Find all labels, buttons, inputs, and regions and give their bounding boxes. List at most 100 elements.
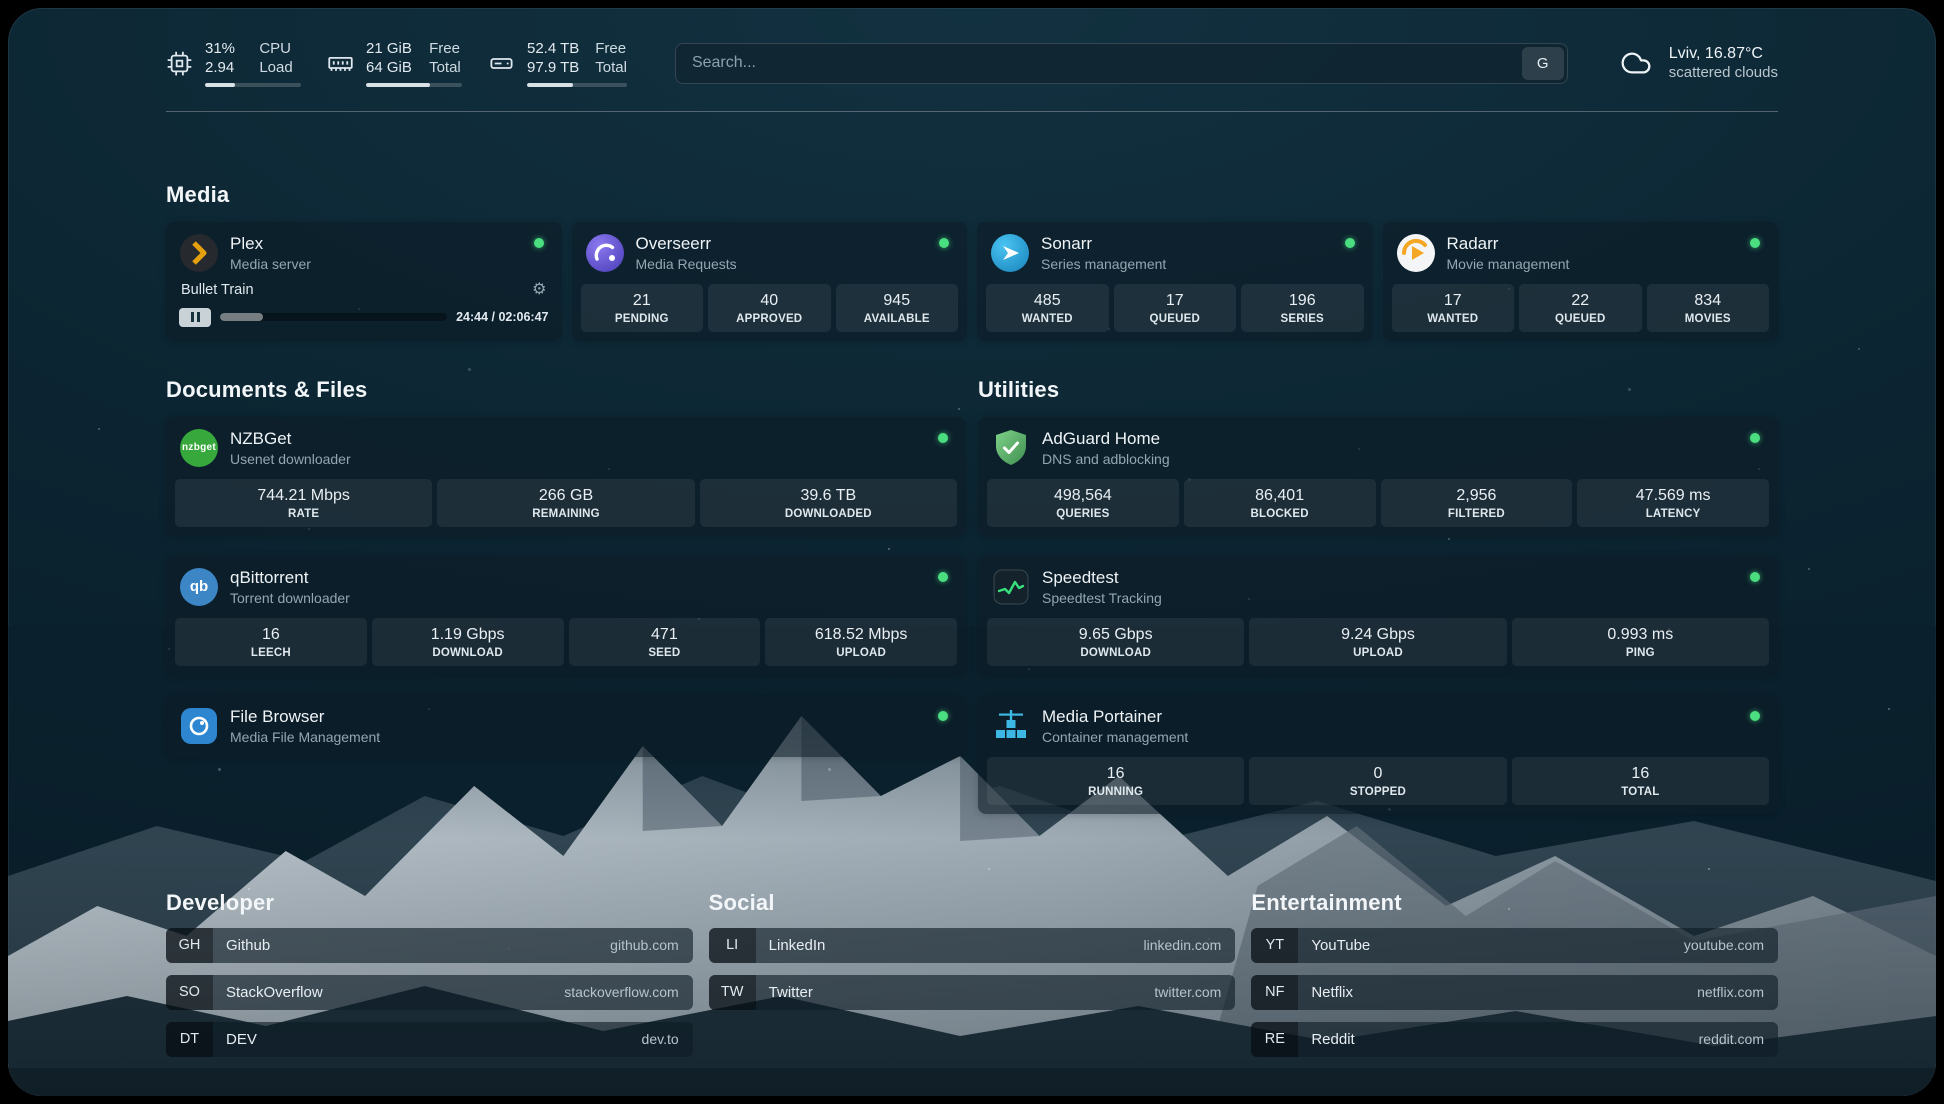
weather-location: Lviv, 16.87°C — [1669, 45, 1778, 63]
memory-free-value: 21 GiB — [366, 40, 413, 58]
stat-value: 498,564 — [989, 487, 1177, 505]
stat-value: 40 — [710, 292, 829, 310]
service-name: Speedtest — [1042, 568, 1162, 588]
bookmark-abbr: DT — [166, 1022, 213, 1057]
stat-filtered: 2,956 FILTERED — [1381, 479, 1573, 527]
memory-total-value: 64 GiB — [366, 59, 413, 77]
stat-label: QUEUED — [1116, 313, 1235, 325]
stat-upload: 9.24 Gbps UPLOAD — [1249, 618, 1506, 666]
service-card-filebrowser[interactable]: File Browser Media File Management — [166, 695, 966, 757]
service-card-adguard[interactable]: AdGuard Home DNS and adblocking 498,564 … — [978, 417, 1778, 536]
stat-label: AVAILABLE — [838, 313, 957, 325]
nzbget-icon: nzbget — [179, 428, 219, 468]
status-dot — [938, 433, 948, 443]
stat-download: 9.65 Gbps DOWNLOAD — [987, 618, 1244, 666]
stat-blocked: 86,401 BLOCKED — [1184, 479, 1376, 527]
stat-queries: 498,564 QUERIES — [987, 479, 1179, 527]
pause-button[interactable] — [179, 308, 211, 327]
bookmark-youtube[interactable]: YT YouTube youtube.com — [1251, 928, 1778, 963]
stat-wanted: 17 WANTED — [1392, 284, 1515, 332]
stat-label: WANTED — [1394, 313, 1513, 325]
bookmark-url: twitter.com — [1154, 984, 1235, 1000]
stat-value: 945 — [838, 292, 957, 310]
bookmark-reddit[interactable]: RE Reddit reddit.com — [1251, 1022, 1778, 1057]
plex-player-bar: 24:44 / 02:06:47 — [175, 308, 553, 330]
bookmark-dev[interactable]: DT DEV dev.to — [166, 1022, 693, 1057]
stat-value: 16 — [177, 626, 365, 644]
bookmark-group-entertainment: Entertainment YT YouTube youtube.com NF … — [1251, 890, 1778, 1057]
stat-value: 1.19 Gbps — [374, 626, 562, 644]
service-card-portainer[interactable]: Media Portainer Container management 16 … — [978, 695, 1778, 814]
search-provider-button[interactable]: G — [1522, 47, 1564, 80]
stat-approved: 40 APPROVED — [708, 284, 831, 332]
cpu-load-label: Load — [259, 59, 301, 77]
status-dot — [1750, 711, 1760, 721]
header-divider — [166, 111, 1778, 112]
service-card-nzbget[interactable]: nzbget NZBGet Usenet downloader 744.21 M… — [166, 417, 966, 536]
bookmark-url: github.com — [610, 937, 692, 953]
bookmark-github[interactable]: GH Github github.com — [166, 928, 693, 963]
stat-remaining: 266 GB REMAINING — [437, 479, 694, 527]
stat-value: 266 GB — [439, 487, 692, 505]
service-card-radarr[interactable]: Radarr Movie management 17 WANTED 22 QUE… — [1383, 222, 1779, 341]
cpu-icon — [166, 50, 193, 77]
social-section-title: Social — [709, 890, 1236, 916]
stat-label: UPLOAD — [767, 647, 955, 659]
service-description: Series management — [1041, 256, 1166, 272]
service-card-speedtest[interactable]: Speedtest Speedtest Tracking 9.65 Gbps D… — [978, 556, 1778, 675]
search-input[interactable] — [679, 54, 1522, 72]
stat-seed: 471 SEED — [569, 618, 761, 666]
bookmark-abbr: RE — [1251, 1022, 1298, 1057]
bookmark-name: Netflix — [1298, 984, 1353, 1001]
stat-value: 485 — [988, 292, 1107, 310]
stat-value: 22 — [1521, 292, 1640, 310]
stat-label: RUNNING — [989, 786, 1242, 798]
stat-label: TOTAL — [1514, 786, 1767, 798]
memory-widget: 21 GiB Free 64 GiB Total — [327, 40, 462, 87]
media-section-title: Media — [166, 182, 1778, 208]
bookmark-netflix[interactable]: NF Netflix netflix.com — [1251, 975, 1778, 1010]
stat-rate: 744.21 Mbps RATE — [175, 479, 432, 527]
bookmark-name: DEV — [213, 1031, 257, 1048]
disk-free-label: Free — [595, 40, 627, 58]
service-name: AdGuard Home — [1042, 429, 1170, 449]
service-card-overseerr[interactable]: Overseerr Media Requests 21 PENDING 40 A… — [572, 222, 968, 341]
status-dot — [1750, 433, 1760, 443]
bookmark-url: dev.to — [642, 1031, 693, 1047]
service-description: Torrent downloader — [230, 590, 350, 606]
bookmark-linkedin[interactable]: LI LinkedIn linkedin.com — [709, 928, 1236, 963]
playback-time: 24:44 / 02:06:47 — [456, 310, 548, 324]
service-description: Usenet downloader — [230, 451, 351, 467]
service-description: DNS and adblocking — [1042, 451, 1170, 467]
service-card-sonarr[interactable]: Sonarr Series management 485 WANTED 17 Q… — [977, 222, 1373, 341]
stat-value: 86,401 — [1186, 487, 1374, 505]
bookmark-abbr: YT — [1251, 928, 1298, 963]
stat-pending: 21 PENDING — [581, 284, 704, 332]
memory-icon — [327, 50, 354, 77]
stat-movies: 834 MOVIES — [1647, 284, 1770, 332]
bookmark-twitter[interactable]: TW Twitter twitter.com — [709, 975, 1236, 1010]
bookmark-stackoverflow[interactable]: SO StackOverflow stackoverflow.com — [166, 975, 693, 1010]
service-card-plex[interactable]: Plex Media server Bullet Train ⚙ — [166, 222, 562, 341]
stat-value: 16 — [1514, 765, 1767, 783]
service-description: Container management — [1042, 729, 1188, 745]
bookmark-name: Twitter — [756, 984, 813, 1001]
bookmark-abbr: TW — [709, 975, 756, 1010]
stat-label: SEED — [571, 647, 759, 659]
memory-total-label: Total — [429, 59, 462, 77]
memory-free-label: Free — [429, 40, 462, 58]
stat-label: QUERIES — [989, 508, 1177, 520]
sonarr-icon — [990, 233, 1030, 273]
stat-available: 945 AVAILABLE — [836, 284, 959, 332]
developer-section-title: Developer — [166, 890, 693, 916]
service-card-qbittorrent[interactable]: qb qBittorrent Torrent downloader 16 LEE… — [166, 556, 966, 675]
cpu-usage-label: CPU — [259, 40, 301, 58]
stat-leech: 16 LEECH — [175, 618, 367, 666]
cpu-widget: 31% CPU 2.94 Load — [166, 40, 301, 87]
stat-value: 834 — [1649, 292, 1768, 310]
top-bar: 31% CPU 2.94 Load 21 GiB Free — [166, 40, 1778, 87]
stat-label: REMAINING — [439, 508, 692, 520]
service-description: Media File Management — [230, 729, 380, 745]
bookmark-url: netflix.com — [1697, 984, 1778, 1000]
gear-icon[interactable]: ⚙ — [532, 282, 546, 298]
